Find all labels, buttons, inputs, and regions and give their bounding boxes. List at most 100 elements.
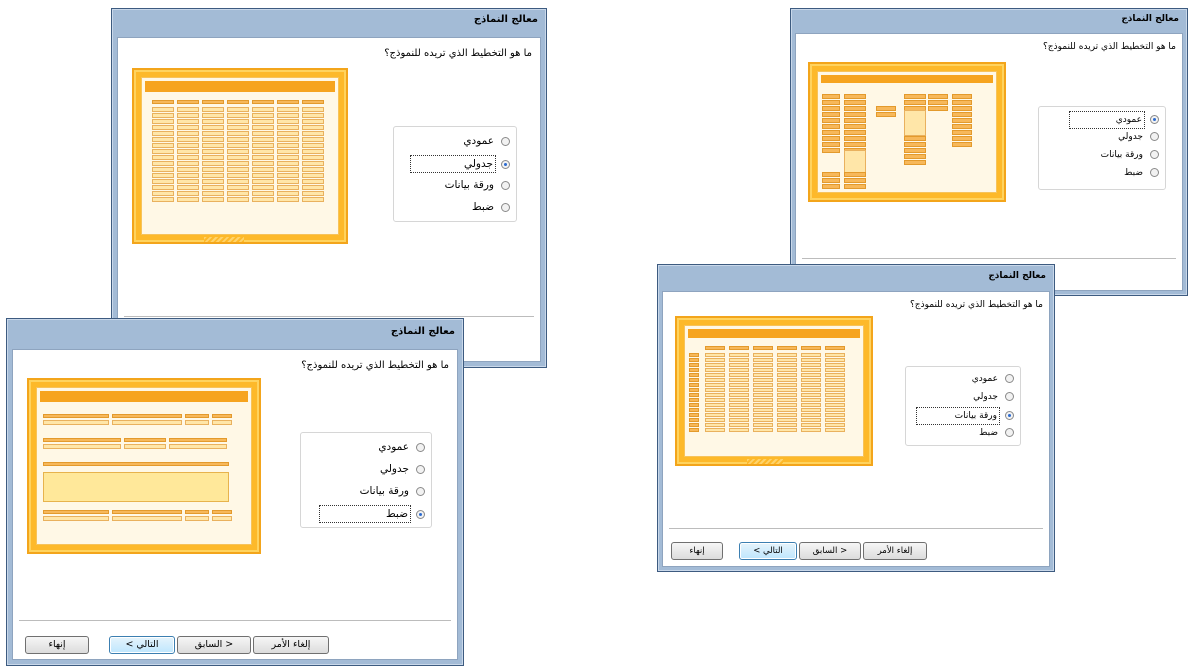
radio-button[interactable] <box>501 136 510 146</box>
preview-field <box>689 413 699 417</box>
cancel-button[interactable]: إلغاء الأمر <box>863 542 927 560</box>
option-justified[interactable]: ضبط <box>1122 165 1159 181</box>
preview-field <box>729 408 749 412</box>
preview-header <box>145 81 335 92</box>
option-columnar[interactable]: عمودي <box>970 371 1014 387</box>
preview-field <box>729 398 749 402</box>
radio-button[interactable] <box>416 464 425 474</box>
finish-button[interactable]: إنهاء <box>25 636 89 654</box>
radio-button[interactable] <box>416 509 425 519</box>
preview-field <box>928 106 948 111</box>
radio-button[interactable] <box>1005 392 1014 401</box>
radio-button[interactable] <box>1005 428 1014 437</box>
preview-field <box>177 191 199 196</box>
preview-field <box>202 107 224 112</box>
preview-field <box>753 393 773 397</box>
preview-field <box>185 420 209 425</box>
preview-field <box>227 100 249 104</box>
preview-field <box>705 398 725 402</box>
preview-hatch <box>747 459 783 464</box>
preview-field <box>152 107 174 112</box>
option-datasheet[interactable]: ورقة بيانات <box>443 177 510 193</box>
preview-field <box>227 113 249 118</box>
preview-field <box>822 118 840 123</box>
preview-field <box>152 113 174 118</box>
preview-field <box>952 136 972 141</box>
preview-field <box>729 428 749 432</box>
option-columnar[interactable]: عمودي <box>461 133 510 149</box>
preview-field <box>844 178 866 183</box>
radio-button[interactable] <box>501 159 510 169</box>
back-button[interactable]: < السابق <box>177 636 251 654</box>
preview-field <box>202 100 224 104</box>
preview-field <box>777 423 797 427</box>
option-datasheet[interactable]: ورقة بيانات <box>1099 147 1159 163</box>
radio-button[interactable] <box>501 202 510 212</box>
preview-field <box>689 408 699 412</box>
preview-field <box>252 185 274 190</box>
preview-field <box>689 393 699 397</box>
next-button[interactable]: التالي > <box>739 542 797 560</box>
next-button[interactable]: التالي > <box>109 636 175 654</box>
option-tabular[interactable]: جدولي <box>410 155 510 173</box>
preview-field <box>277 179 299 184</box>
radio-button[interactable] <box>1150 150 1159 159</box>
preview-field <box>212 414 232 418</box>
preview-field <box>177 125 199 130</box>
preview-field <box>152 131 174 136</box>
cancel-button[interactable]: إلغاء الأمر <box>253 636 329 654</box>
preview-field <box>152 125 174 130</box>
back-button[interactable]: < السابق <box>799 542 861 560</box>
preview-field <box>302 137 324 142</box>
preview-field <box>302 161 324 166</box>
option-tabular[interactable]: جدولي <box>971 389 1014 405</box>
preview-hatch <box>204 237 244 242</box>
preview-field <box>227 143 249 148</box>
preview-field <box>252 149 274 154</box>
radio-button[interactable] <box>1150 115 1159 124</box>
preview-field <box>43 420 109 425</box>
wizard-window-justified: معالج النماذج ما هو التخطيط الذي تريده ل… <box>6 318 464 666</box>
preview-field <box>705 423 725 427</box>
preview-field <box>801 413 821 417</box>
preview-field <box>689 423 699 427</box>
preview-field <box>277 100 299 104</box>
preview-field <box>252 197 274 202</box>
preview-field <box>825 346 845 350</box>
radio-button[interactable] <box>1150 168 1159 177</box>
radio-button[interactable] <box>1005 411 1014 420</box>
option-justified[interactable]: ضبط <box>977 425 1014 441</box>
layout-options-group: عمودي جدولي ورقة بيانات ضبط <box>300 432 432 528</box>
preview-field <box>202 119 224 124</box>
preview-field <box>689 403 699 407</box>
option-datasheet[interactable]: ورقة بيانات <box>358 483 425 499</box>
option-columnar[interactable]: عمودي <box>376 439 425 455</box>
preview-field <box>227 149 249 154</box>
radio-button[interactable] <box>501 180 510 190</box>
preview-field <box>952 118 972 123</box>
option-justified[interactable]: ضبط <box>319 505 425 523</box>
option-tabular[interactable]: جدولي <box>378 461 425 477</box>
radio-button[interactable] <box>416 486 425 496</box>
preview-field <box>801 393 821 397</box>
separator <box>802 258 1176 259</box>
option-tabular[interactable]: جدولي <box>1116 129 1159 145</box>
preview-field <box>753 388 773 392</box>
preview-field <box>169 438 227 442</box>
option-columnar[interactable]: عمودي <box>1069 111 1159 129</box>
preview-field <box>753 413 773 417</box>
preview-field <box>844 184 866 189</box>
finish-button[interactable]: إنهاء <box>671 542 723 560</box>
window-title: معالج النماذج <box>473 14 538 25</box>
radio-button[interactable] <box>1005 374 1014 383</box>
preview-field <box>277 161 299 166</box>
preview-field <box>152 185 174 190</box>
preview-field <box>227 167 249 172</box>
preview-field <box>202 131 224 136</box>
preview-field <box>825 368 845 372</box>
preview-field <box>252 167 274 172</box>
option-datasheet[interactable]: ورقة بيانات <box>916 407 1014 425</box>
option-justified[interactable]: ضبط <box>470 199 510 215</box>
radio-button[interactable] <box>1150 132 1159 141</box>
radio-button[interactable] <box>416 442 425 452</box>
